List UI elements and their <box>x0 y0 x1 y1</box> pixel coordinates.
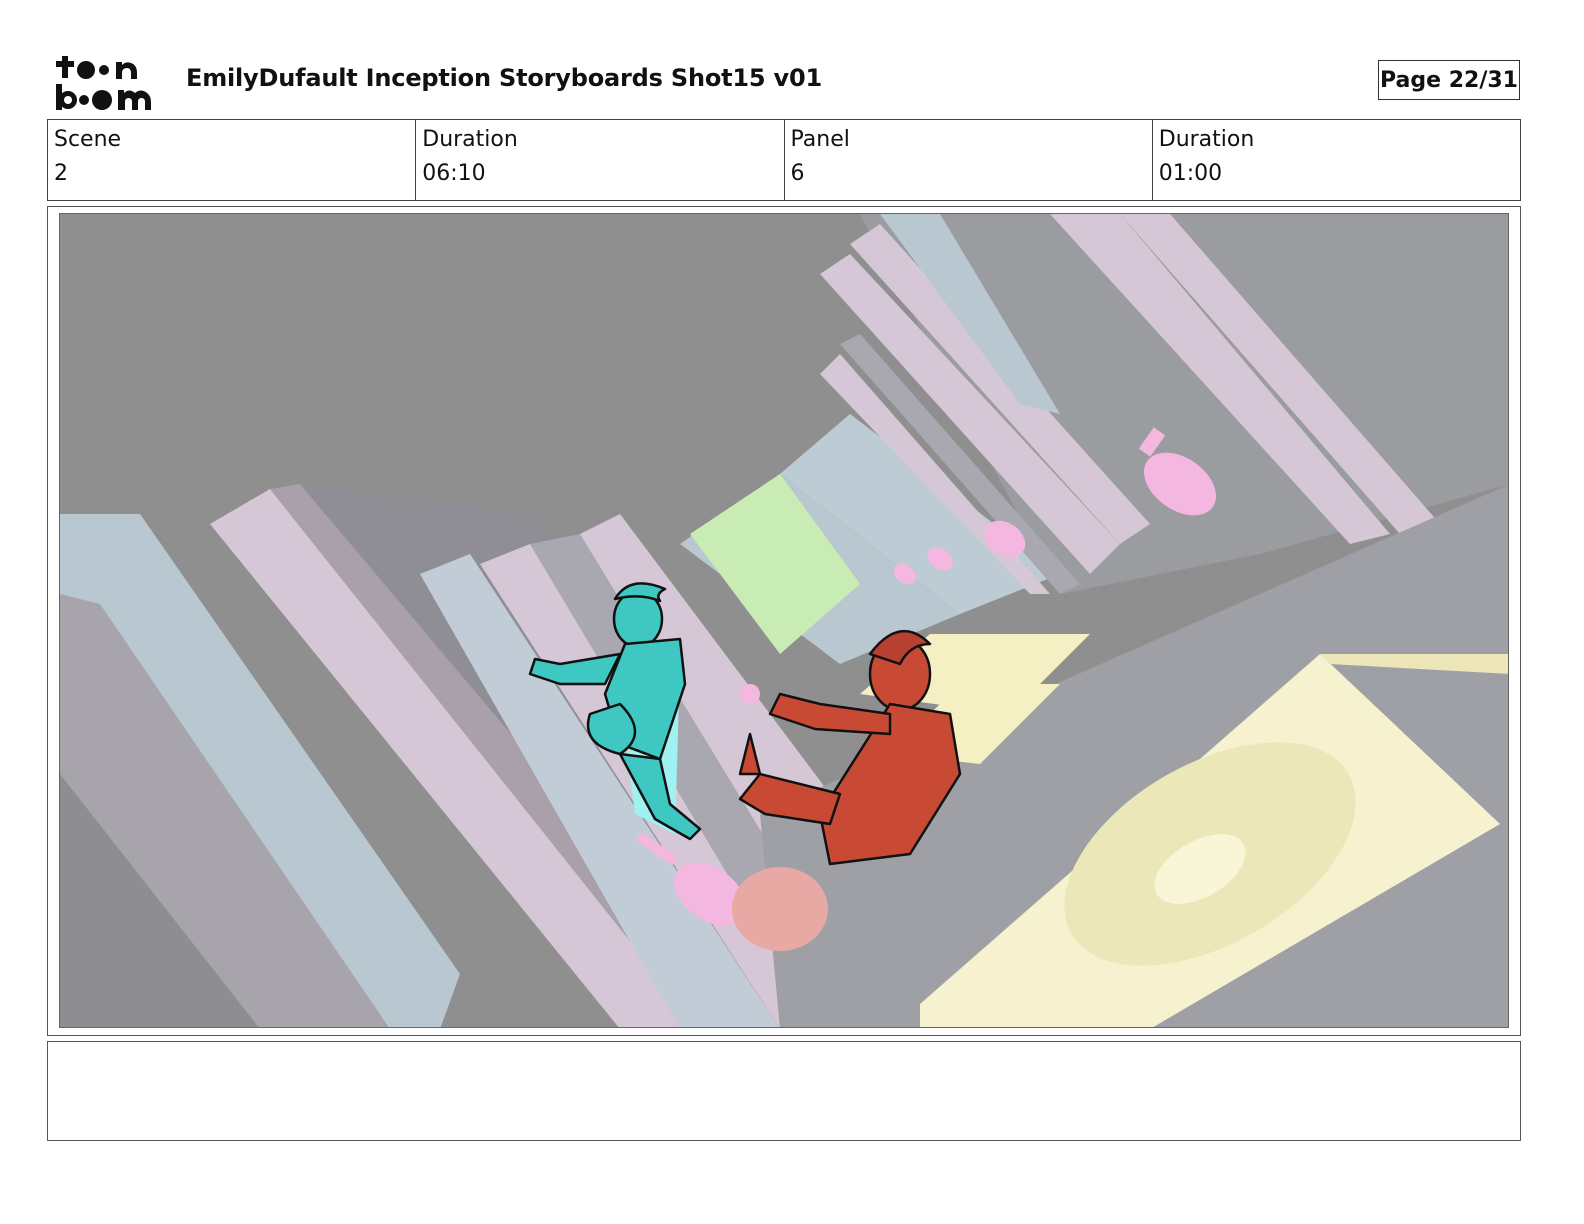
scene-duration-cell: Duration 06:10 <box>416 120 785 200</box>
page-number-badge: Page 22/31 <box>1378 60 1520 100</box>
panel-value: 6 <box>790 161 805 186</box>
info-table: Scene 2 Duration 06:10 Panel 6 Duration … <box>47 119 1521 201</box>
scene-duration-label: Duration <box>422 127 518 152</box>
panel-duration-label: Duration <box>1158 127 1255 152</box>
scene-duration-value: 06:10 <box>422 161 486 186</box>
panel-duration-cell: Duration 01:00 <box>1153 120 1520 200</box>
panel-label: Panel <box>790 127 850 152</box>
storyboard-illustration <box>60 214 1508 1027</box>
scene-value: 2 <box>54 161 68 186</box>
scene-cell: Scene 2 <box>48 120 417 200</box>
panel-notes-box <box>47 1041 1521 1141</box>
scene-label: Scene <box>54 127 122 152</box>
toon-boom-logo <box>56 56 151 110</box>
storyboard-panel-image <box>59 213 1509 1028</box>
document-title: EmilyDufault Inception Storyboards Shot1… <box>186 64 822 92</box>
panel-cell: Panel 6 <box>785 120 1153 200</box>
panel-duration-value: 01:00 <box>1158 161 1223 186</box>
